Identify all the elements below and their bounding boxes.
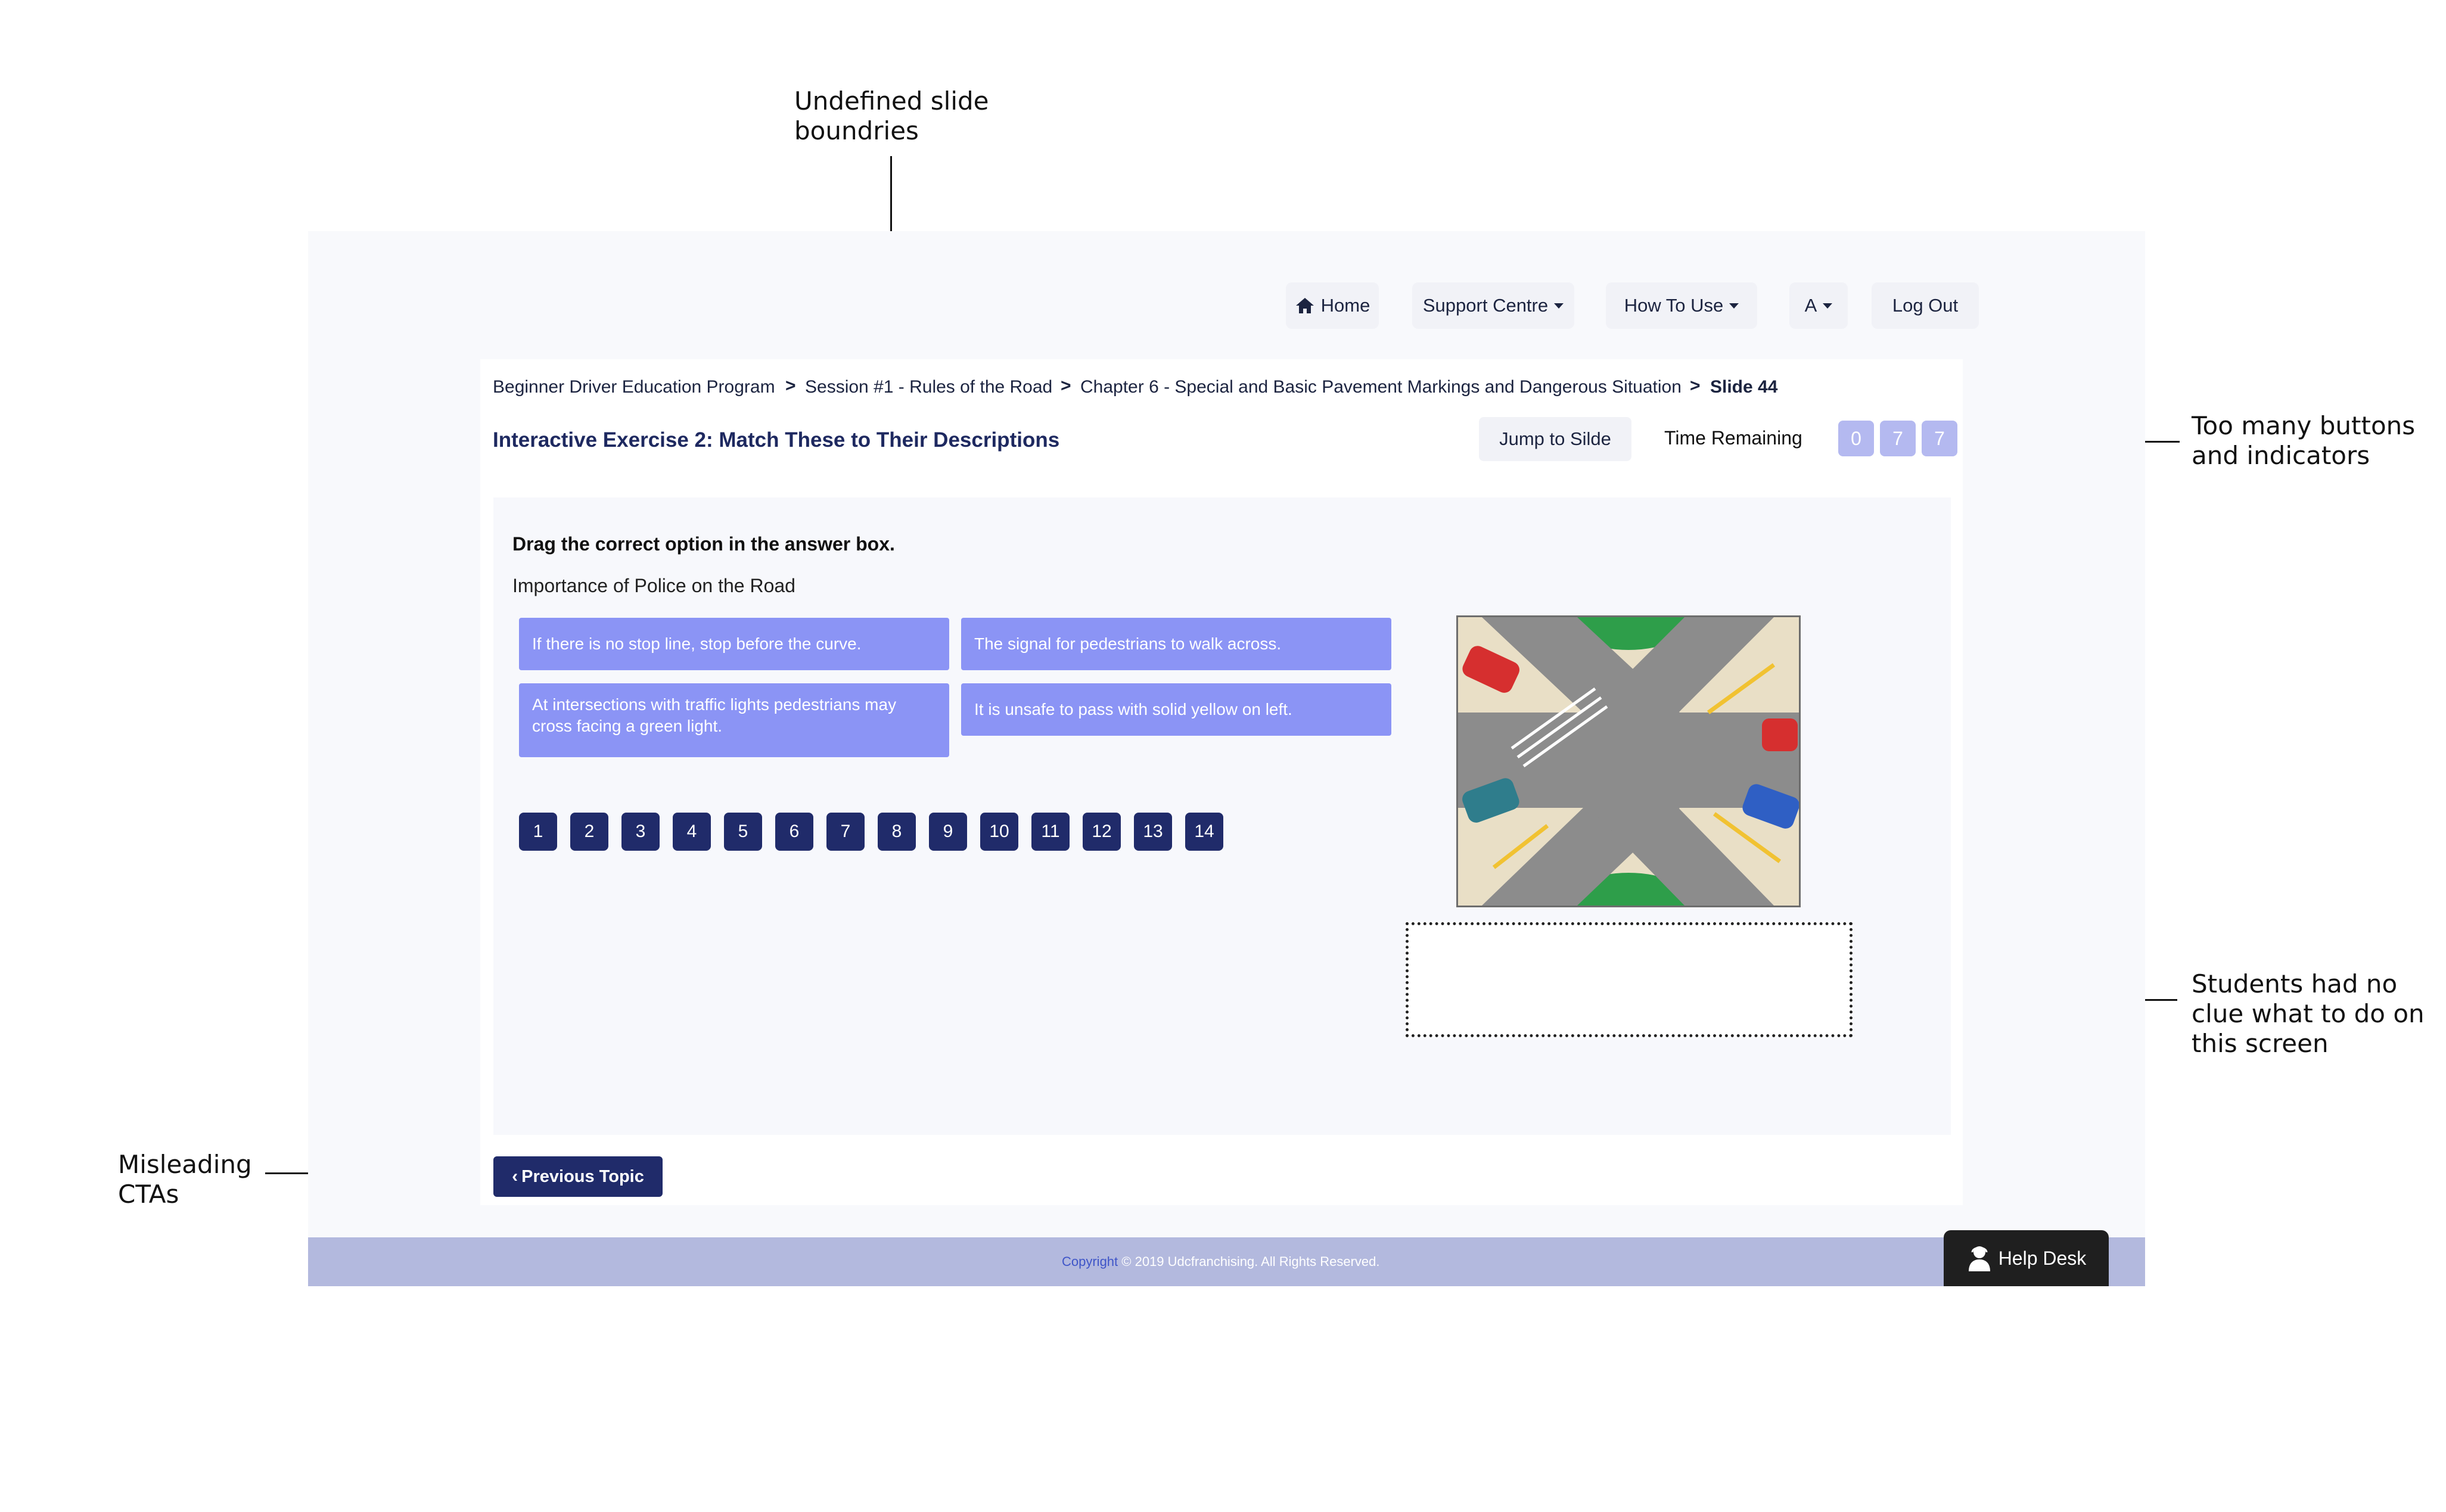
draggable-option[interactable]: At intersections with traffic lights ped… [519, 683, 949, 757]
nav-support-label: Support Centre [1422, 295, 1549, 316]
slide-number-button[interactable]: 11 [1031, 813, 1070, 851]
slide-number-button[interactable]: 10 [980, 813, 1018, 851]
slide-number-button[interactable]: 7 [826, 813, 865, 851]
copyright-rest: © 2019 Udcfranchising. All Rights Reserv… [1121, 1254, 1380, 1269]
annotation-misleading-ctas: Misleading CTAs [118, 1150, 252, 1209]
chevron-down-icon [1823, 303, 1833, 309]
chevron-down-icon [1729, 303, 1739, 309]
breadcrumb-item-session[interactable]: Session #1 - Rules of the Road [805, 377, 1052, 397]
time-remaining-label: Time Remaining [1664, 427, 1802, 449]
timer-digit: 0 [1838, 421, 1874, 456]
intersection-illustration [1458, 617, 1799, 906]
slide-number-button[interactable]: 13 [1134, 813, 1172, 851]
annotation-line-1: Misleading [118, 1150, 252, 1179]
breadcrumb-item-slide: Slide 44 [1710, 377, 1778, 397]
annotation-line-1: Undefined slide [794, 86, 989, 116]
breadcrumb-separator: > [785, 376, 796, 396]
annotation-too-many-buttons: Too many buttons and indicators [2192, 411, 2415, 471]
nav-how-to-use-button[interactable]: How To Use [1606, 282, 1757, 329]
help-desk-button[interactable]: Help Desk [1944, 1230, 2109, 1286]
copyright-link[interactable]: Copyright [1062, 1254, 1118, 1269]
draggable-option[interactable]: If there is no stop line, stop before th… [519, 618, 949, 670]
slide-number-button[interactable]: 2 [570, 813, 608, 851]
annotation-line-2: boundries [794, 116, 919, 145]
annotation-line-2: and indicators [2192, 441, 2370, 470]
slide-number-button[interactable]: 12 [1083, 813, 1121, 851]
breadcrumb-separator: > [1061, 376, 1071, 396]
intersection-image [1456, 615, 1801, 907]
instruction-text: Drag the correct option in the answer bo… [512, 533, 895, 555]
breadcrumb-separator: > [1690, 376, 1701, 396]
timer-digit: 7 [1922, 421, 1957, 456]
annotation-line-1: Students had no [2192, 969, 2398, 998]
answer-drop-box[interactable] [1406, 922, 1853, 1037]
nav-support-centre-button[interactable]: Support Centre [1412, 282, 1574, 329]
slide-number-button[interactable]: 3 [621, 813, 660, 851]
question-text: Importance of Police on the Road [512, 575, 795, 596]
nav-home-label: Home [1320, 295, 1370, 316]
chevron-left-icon: ‹ [512, 1166, 518, 1186]
previous-topic-button[interactable]: ‹ Previous Topic [493, 1156, 663, 1197]
nav-logout-button[interactable]: Log Out [1872, 282, 1979, 329]
nav-how-to-use-label: How To Use [1624, 295, 1724, 316]
breadcrumb: Beginner Driver Education Program > Sess… [480, 359, 1963, 419]
nav-home-button[interactable]: Home [1286, 282, 1379, 329]
support-agent-icon [1968, 1246, 1990, 1271]
slide-number-button[interactable]: 14 [1185, 813, 1223, 851]
chevron-down-icon [1554, 303, 1564, 309]
annotation-line-2: CTAs [118, 1180, 179, 1209]
home-icon [1295, 298, 1314, 313]
breadcrumb-item-chapter[interactable]: Chapter 6 - Special and Basic Pavement M… [1080, 377, 1682, 397]
previous-topic-label: Previous Topic [521, 1166, 644, 1186]
jump-to-slide-button[interactable]: Jump to Silde [1479, 417, 1631, 461]
slide-number-button[interactable]: 5 [724, 813, 762, 851]
footer: Copyright © 2019 Udcfranchising. All Rig… [308, 1237, 2145, 1286]
exercise-panel: Drag the correct option in the answer bo… [493, 497, 1951, 1135]
nav-font-size-button[interactable]: A [1789, 282, 1848, 329]
app-window: Home Support Centre How To Use A Log Out… [308, 231, 2145, 1286]
annotation-line-3: this screen [2192, 1029, 2329, 1058]
slide-number-button[interactable]: 4 [673, 813, 711, 851]
timer-digit: 7 [1880, 421, 1916, 456]
page-title: Interactive Exercise 2: Match These to T… [493, 428, 1060, 452]
annotation-slide-boundaries: Undefined slide boundries [794, 86, 989, 146]
slide-number-button[interactable]: 8 [878, 813, 916, 851]
nav-logout-label: Log Out [1892, 295, 1959, 316]
annotation-line-1: Too many buttons [2192, 411, 2416, 440]
slide-number-button[interactable]: 9 [929, 813, 967, 851]
draggable-option[interactable]: The signal for pedestrians to walk acros… [961, 618, 1391, 670]
help-desk-label: Help Desk [1998, 1247, 2087, 1269]
draggable-option[interactable]: It is unsafe to pass with solid yellow o… [961, 683, 1391, 736]
nav-font-size-label: A [1804, 295, 1817, 316]
slide-number-button[interactable]: 1 [519, 813, 557, 851]
copyright-text: Copyright © 2019 Udcfranchising. All Rig… [1062, 1254, 1379, 1270]
annotation-line-2: clue what to do on [2192, 999, 2425, 1028]
breadcrumb-item-program[interactable]: Beginner Driver Education Program [493, 377, 775, 397]
annotation-students-no-clue: Students had no clue what to do on this … [2192, 969, 2425, 1059]
slide-number-button[interactable]: 6 [775, 813, 813, 851]
